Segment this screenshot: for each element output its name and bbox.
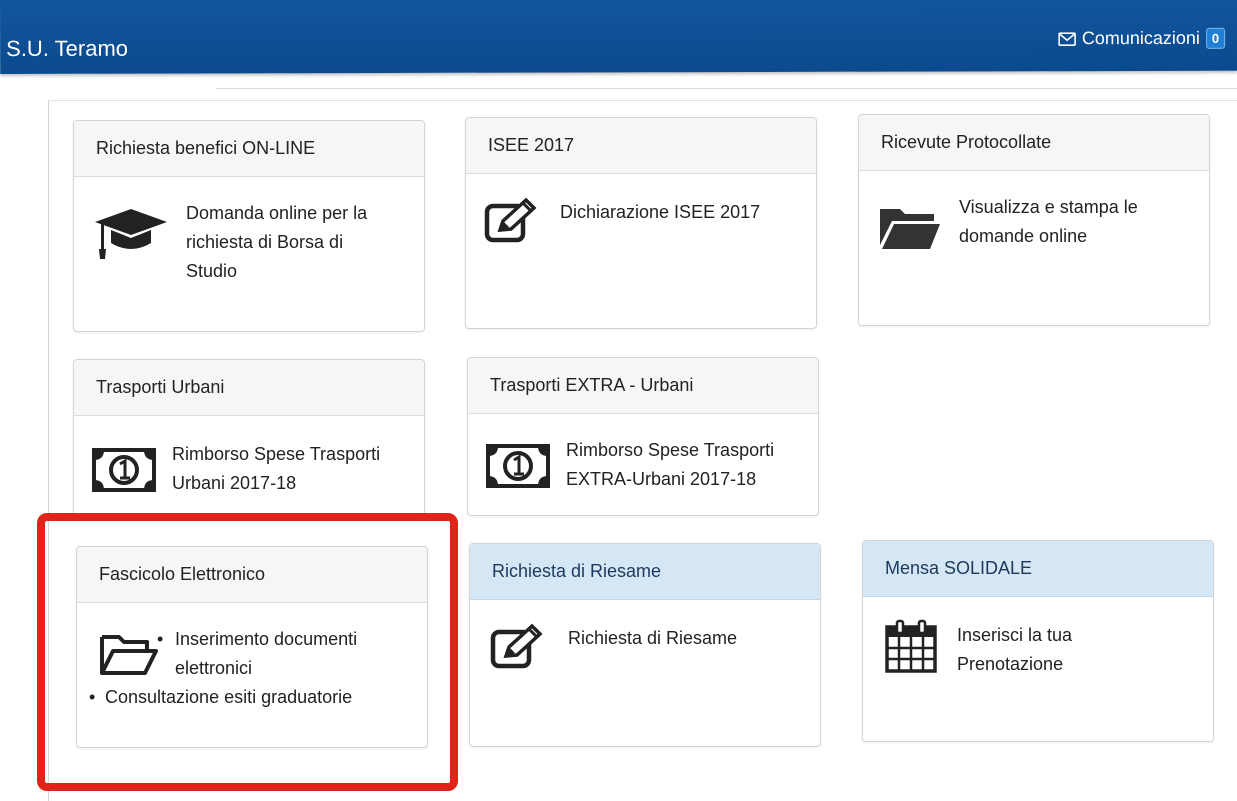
visualizza-stampa-link[interactable]: Visualizza e stampa le domande online (877, 193, 1191, 251)
graduation-cap-icon (95, 209, 167, 259)
brand-title[interactable]: S.U. Teramo (6, 36, 128, 62)
folder-icon (880, 209, 940, 249)
panel-richiesta-riesame: Richiesta di Riesame Richiesta di Riesam… (469, 543, 821, 747)
edit-icon (490, 623, 543, 669)
link-line: Rimborso Spese Trasporti (172, 444, 381, 464)
link-line: Prenotazione (957, 654, 1064, 674)
money-icon (92, 448, 156, 492)
link-line: Rimborso Spese Trasporti (566, 440, 775, 460)
panel-heading: Richiesta di Riesame (470, 544, 820, 600)
comunicazioni-count-badge: 0 (1205, 27, 1226, 49)
link-line: domande online (959, 226, 1088, 246)
divider (216, 88, 1237, 89)
link-line: Studio (186, 261, 238, 281)
link-line: EXTRA-Urbani 2017-18 (566, 469, 757, 489)
panel-trasporti-extra-urbani: Trasporti EXTRA - Urbani Rimborso Spese … (467, 357, 819, 516)
panel-richiesta-benefici: Richiesta benefici ON-LINE Domanda onlin… (73, 120, 425, 332)
money-icon (486, 444, 550, 488)
panel-isee-2017: ISEE 2017 Dichiarazione ISEE 2017 (465, 117, 817, 329)
top-navbar: S.U. Teramo Comunicazioni 0 (0, 0, 1237, 74)
panel-ricevute-protocollate: Ricevute Protocollate Visualizza e stamp… (858, 114, 1210, 326)
rimborso-extra-urbani-link[interactable]: Rimborso Spese Trasporti EXTRA-Urbani 20… (486, 436, 800, 494)
link-line: Visualizza e stampa le (959, 197, 1138, 217)
panel-mensa-solidale: Mensa SOLIDALE Inserisci la tua Prenotaz… (862, 540, 1214, 742)
link-line: Inserisci la tua (957, 625, 1073, 645)
panel-trasporti-urbani: Trasporti Urbani Rimborso Spese Trasport… (73, 359, 425, 516)
edit-icon (484, 197, 537, 243)
highlight-box (37, 513, 458, 791)
link-line: Dichiarazione ISEE 2017 (560, 202, 761, 222)
link-line: Urbani 2017-18 (172, 473, 297, 493)
calendar-icon (885, 619, 937, 673)
panel-heading: Richiesta benefici ON-LINE (74, 121, 424, 177)
richiesta-riesame-link[interactable]: Richiesta di Riesame (488, 622, 802, 670)
rimborso-urbani-link[interactable]: Rimborso Spese Trasporti Urbani 2017-18 (92, 440, 406, 498)
panel-heading: ISEE 2017 (466, 118, 816, 174)
link-line: Richiesta di Riesame (568, 628, 738, 648)
comunicazioni-link[interactable]: Comunicazioni 0 (1057, 27, 1226, 49)
prenotazione-mensa-link[interactable]: Inserisci la tua Prenotazione (881, 619, 1195, 679)
link-line: richiesta di Borsa di (186, 232, 344, 252)
link-line: Domanda online per la (186, 203, 368, 223)
dichiarazione-isee-link[interactable]: Dichiarazione ISEE 2017 (484, 196, 798, 244)
panel-heading: Ricevute Protocollate (859, 115, 1209, 171)
panel-heading: Mensa SOLIDALE (863, 541, 1213, 597)
envelope-icon (1057, 31, 1076, 46)
panel-heading: Trasporti Urbani (74, 360, 424, 416)
panel-heading: Trasporti EXTRA - Urbani (468, 358, 818, 414)
comunicazioni-label: Comunicazioni (1081, 27, 1200, 49)
domanda-borsa-link[interactable]: Domanda online per la richiesta di Borsa… (92, 199, 406, 286)
